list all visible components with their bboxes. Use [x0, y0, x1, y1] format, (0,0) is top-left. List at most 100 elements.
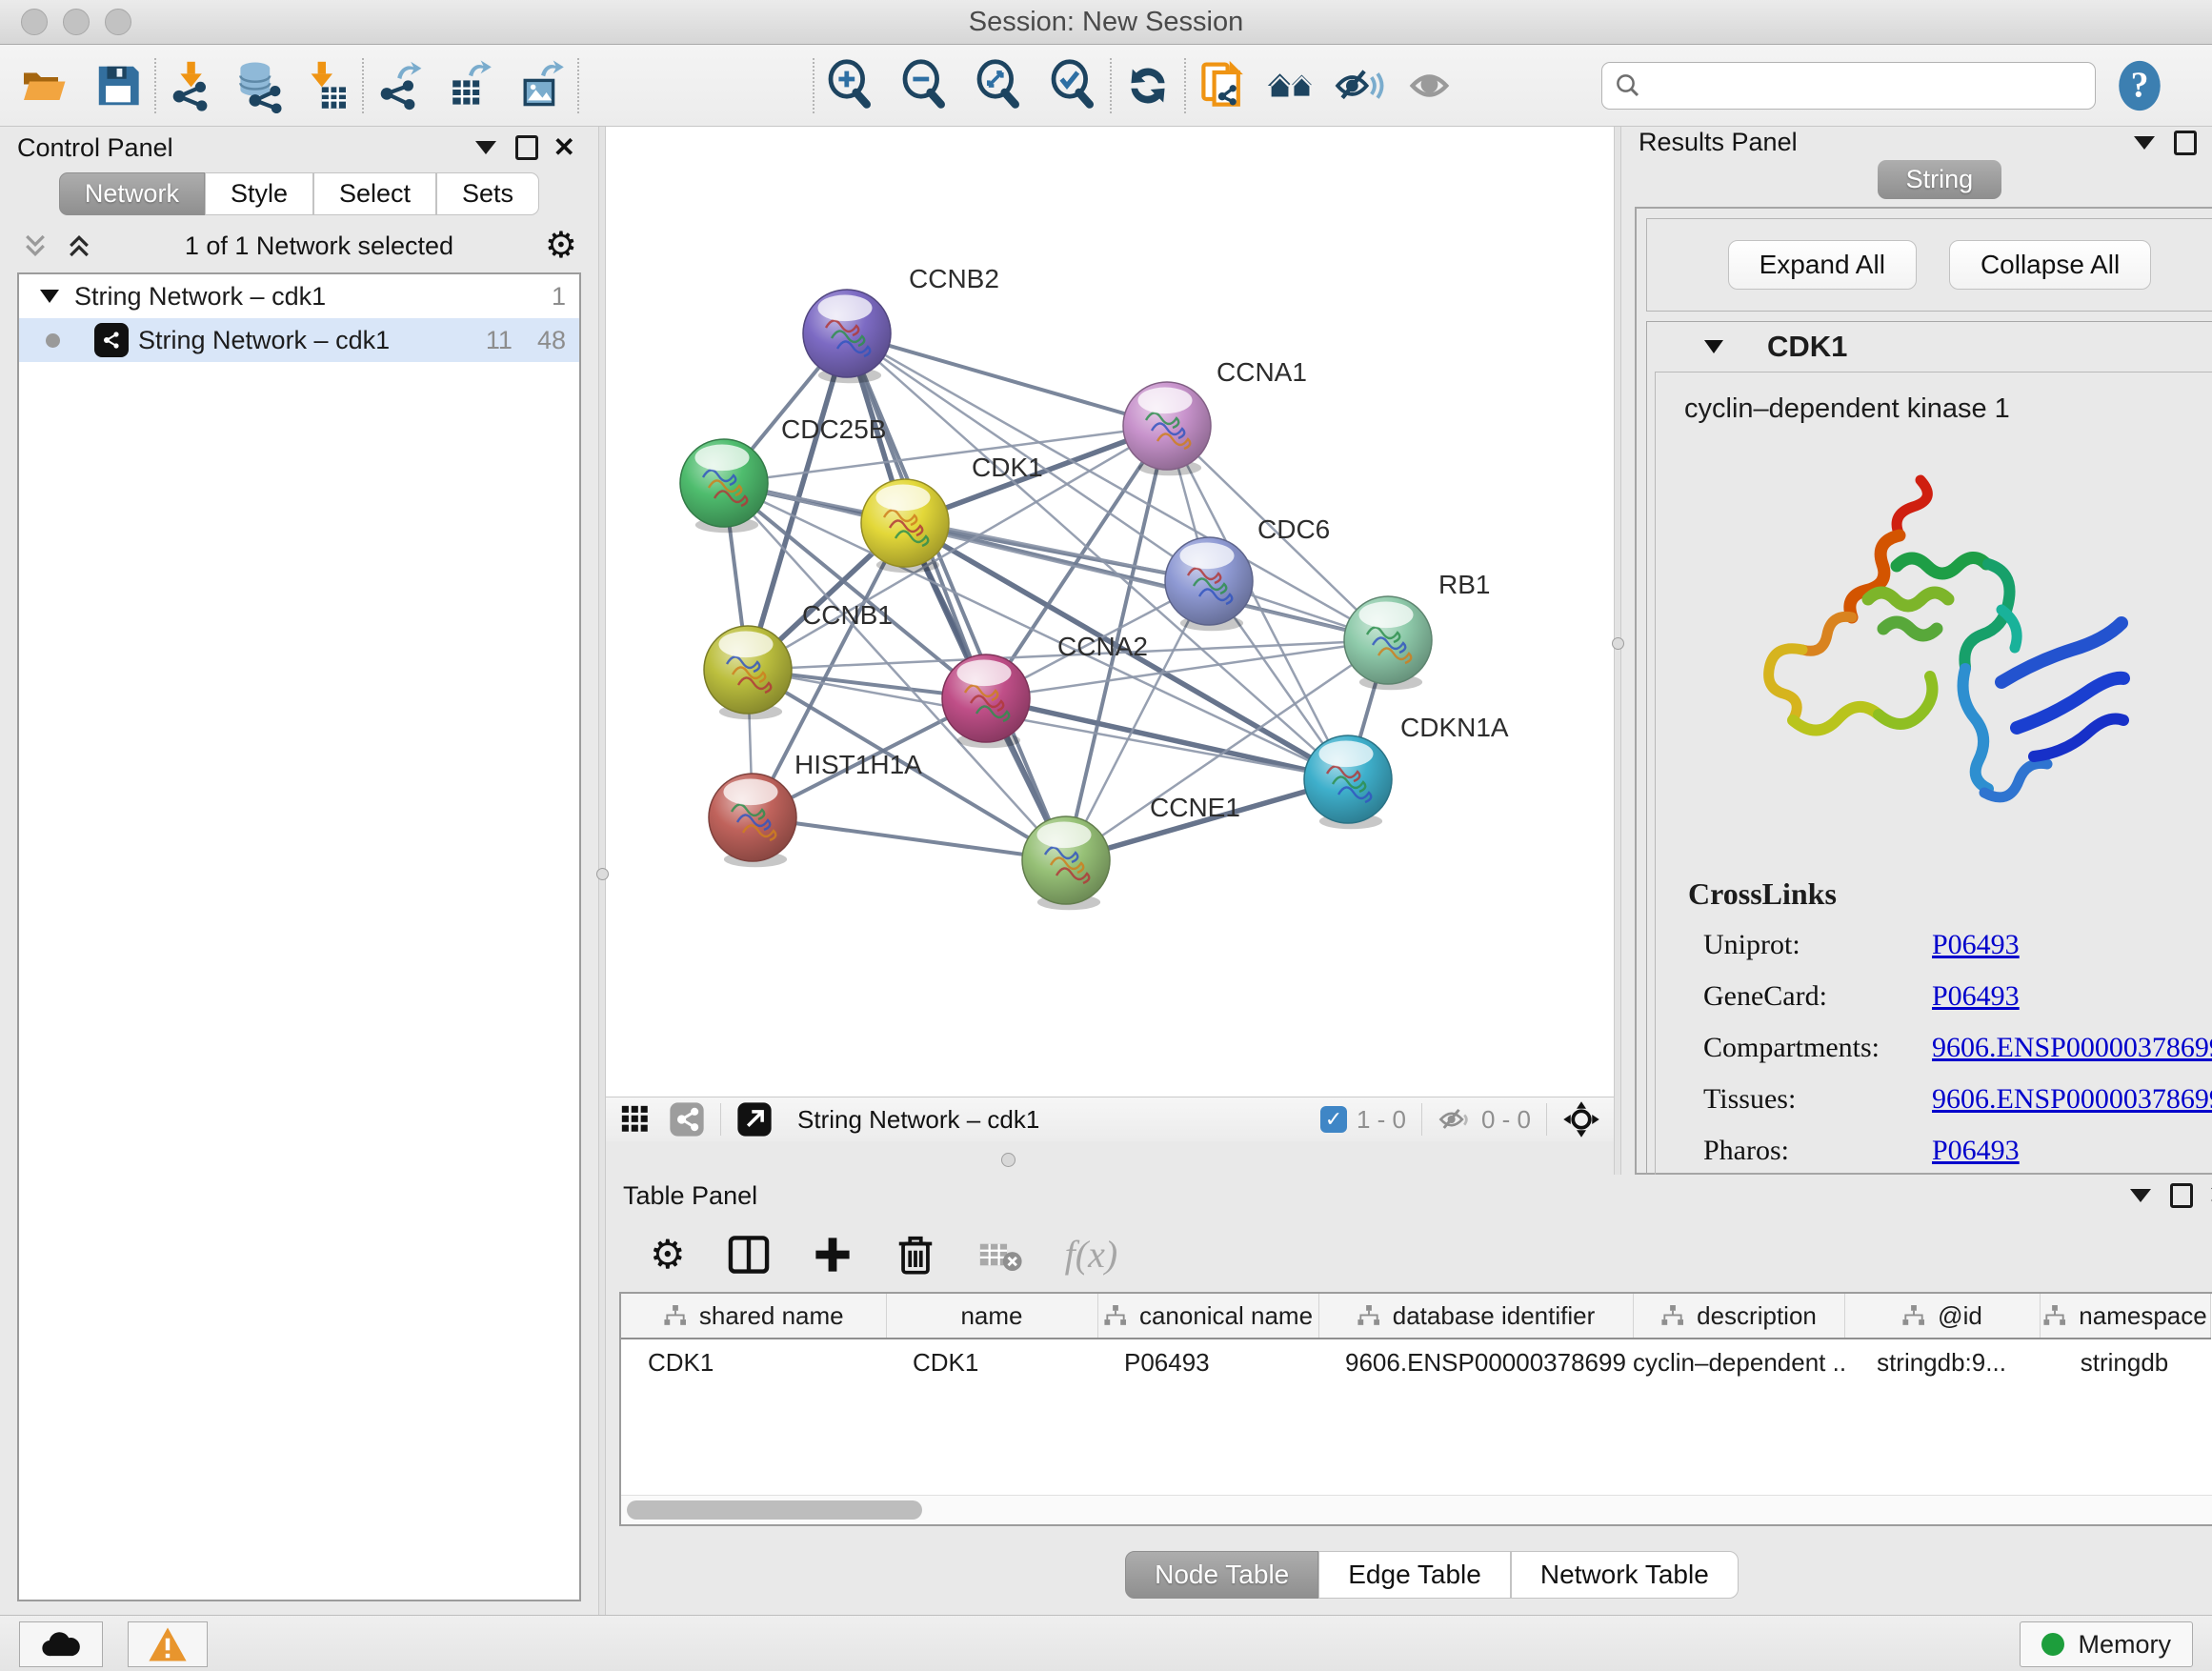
left-splitter-knob[interactable] — [596, 868, 609, 880]
edge-CDC25B-CDKN1A[interactable] — [724, 483, 1348, 779]
add-column-icon[interactable] — [812, 1234, 854, 1276]
table-settings-gear-icon[interactable]: ⚙ — [650, 1235, 686, 1275]
export-image-button[interactable] — [514, 59, 568, 112]
maximize-panel-icon[interactable] — [2174, 131, 2197, 155]
column-header-name[interactable]: name — [886, 1294, 1097, 1339]
open-session-button[interactable] — [17, 59, 70, 112]
cell-canonicalname[interactable]: P06493 — [1097, 1339, 1318, 1385]
collapse-all-tree-icon[interactable] — [21, 232, 50, 260]
edge-CCNA2-CDKN1A[interactable] — [986, 698, 1348, 779]
selected-checkbox-icon[interactable]: ✓ — [1320, 1106, 1347, 1133]
node-HIST1H1A[interactable]: HIST1H1A — [709, 750, 922, 867]
cell-sharedname[interactable]: CDK1 — [621, 1339, 886, 1385]
function-builder-icon[interactable]: f(x) — [1065, 1232, 1118, 1277]
scrollbar-thumb[interactable] — [627, 1500, 922, 1520]
status-bar: Memory — [0, 1615, 2212, 1671]
gene-section-header[interactable]: CDK1 — [1647, 322, 2212, 372]
delete-table-icon[interactable] — [977, 1236, 1023, 1274]
crosslink-value-link[interactable]: P06493 — [1932, 980, 2020, 1013]
table-horizontal-scrollbar[interactable] — [621, 1495, 2212, 1524]
float-panel-icon[interactable] — [2134, 136, 2155, 150]
apply-layout-button[interactable] — [1121, 59, 1175, 112]
export-table-button[interactable] — [442, 59, 495, 112]
cell-id[interactable]: stringdb:9... — [1844, 1339, 2040, 1385]
tab-select[interactable]: Select — [313, 172, 436, 215]
cell-name[interactable]: CDK1 — [886, 1339, 1097, 1385]
network-view-mode-icon[interactable] — [669, 1101, 705, 1137]
tab-network[interactable]: Network — [59, 172, 205, 215]
detach-view-icon[interactable] — [736, 1101, 773, 1137]
gear-icon[interactable]: ⚙ — [545, 228, 577, 264]
right-splitter-knob[interactable] — [1612, 637, 1624, 650]
float-panel-icon[interactable] — [2130, 1189, 2151, 1202]
expand-all-tree-icon[interactable] — [65, 232, 93, 260]
edge-HIST1H1A-CCNE1[interactable] — [753, 817, 1066, 860]
tab-style[interactable]: Style — [205, 172, 313, 215]
show-columns-icon[interactable] — [728, 1234, 770, 1276]
table-row[interactable]: CDK1CDK1P064939606.ENSP00000378699cyclin… — [621, 1339, 2210, 1385]
node-CCNA1[interactable]: CCNA1 — [1123, 357, 1307, 475]
zoom-out-button[interactable] — [898, 59, 952, 112]
expand-all-button[interactable]: Expand All — [1728, 240, 1917, 290]
horizontal-splitter-knob[interactable] — [1001, 1153, 1016, 1167]
zoom-in-button[interactable] — [824, 59, 877, 112]
column-header-id[interactable]: @id — [1844, 1294, 2040, 1339]
import-network-file-button[interactable] — [166, 59, 219, 112]
node-RB1[interactable]: RB1 — [1344, 570, 1490, 690]
hide-selected-button[interactable] — [1333, 59, 1386, 112]
float-panel-icon[interactable] — [475, 141, 496, 154]
cell-databaseidentifier[interactable]: 9606.ENSP00000378699 — [1318, 1339, 1633, 1385]
cell-description[interactable]: cyclin–dependent ... — [1633, 1339, 1844, 1385]
edge-CCNB2-CCNA1[interactable] — [847, 333, 1167, 426]
section-expand-icon[interactable] — [1704, 340, 1723, 353]
network-canvas[interactable]: CCNB2CCNA1CDC25BCDK1CDC6RB1CCNB1CCNA2CDK… — [606, 127, 1614, 1097]
zoom-selected-button[interactable] — [1047, 59, 1100, 112]
collapse-all-button[interactable]: Collapse All — [1949, 240, 2151, 290]
maximize-panel-icon[interactable] — [515, 135, 538, 160]
network-row[interactable]: String Network – cdk1 11 48 — [19, 318, 579, 362]
import-table-file-button[interactable] — [299, 59, 352, 112]
search-input[interactable] — [1642, 70, 2046, 101]
network-collection-row[interactable]: String Network – cdk1 1 — [19, 274, 579, 318]
cell-namespace[interactable]: stringdb — [2040, 1339, 2210, 1385]
memory-button[interactable]: Memory — [2020, 1621, 2193, 1667]
tab-edge-table[interactable]: Edge Table — [1318, 1551, 1511, 1599]
grid-view-icon[interactable] — [619, 1103, 652, 1136]
maximize-panel-icon[interactable] — [2170, 1183, 2193, 1208]
close-panel-icon[interactable]: ✕ — [2208, 1182, 2212, 1209]
birdseye-crosshair-icon[interactable] — [1562, 1100, 1600, 1138]
help-button[interactable]: ? — [2113, 59, 2166, 112]
delete-trash-icon[interactable] — [895, 1233, 935, 1277]
cloud-status-button[interactable] — [19, 1621, 103, 1667]
node-CCNE1[interactable]: CCNE1 — [1022, 793, 1240, 910]
right-splitter[interactable] — [1614, 127, 1621, 1175]
first-neighbors-button[interactable] — [1196, 59, 1249, 112]
tab-string[interactable]: String — [1878, 160, 2002, 199]
crosslink-value-link[interactable]: 9606.ENSP00000378699 — [1932, 1032, 2212, 1064]
tab-network-table[interactable]: Network Table — [1511, 1551, 1739, 1599]
column-header-description[interactable]: description — [1633, 1294, 1844, 1339]
network-graph[interactable]: CCNB2CCNA1CDC25BCDK1CDC6RB1CCNB1CCNA2CDK… — [606, 127, 1614, 1097]
zoom-fit-button[interactable] — [973, 59, 1026, 112]
crosslink-value-link[interactable]: P06493 — [1932, 1135, 2020, 1167]
network-overview-button[interactable] — [1264, 59, 1317, 112]
warnings-button[interactable] — [128, 1621, 208, 1667]
column-header-canonicalname[interactable]: canonical name — [1097, 1294, 1318, 1339]
column-header-namespace[interactable]: namespace — [2040, 1294, 2210, 1339]
show-all-button[interactable] — [1405, 59, 1458, 112]
collection-expand-icon[interactable] — [40, 290, 59, 303]
column-header-databaseidentifier[interactable]: database identifier — [1318, 1294, 1633, 1339]
tab-sets[interactable]: Sets — [436, 172, 539, 215]
crosslink-value-link[interactable]: 9606.ENSP00000378699 — [1932, 1083, 2212, 1116]
node-CDKN1A[interactable]: CDKN1A — [1304, 713, 1509, 829]
tab-node-table[interactable]: Node Table — [1125, 1551, 1318, 1599]
export-network-button[interactable] — [373, 59, 427, 112]
save-session-button[interactable] — [91, 59, 145, 112]
column-header-sharedname[interactable]: shared name — [621, 1294, 886, 1339]
horizontal-splitter[interactable] — [606, 1141, 1614, 1175]
crosslink-value-link[interactable]: P06493 — [1932, 929, 2020, 961]
close-panel-icon[interactable]: ✕ — [553, 134, 575, 161]
table-toolbar: ⚙ — [606, 1217, 2212, 1286]
left-splitter[interactable] — [598, 127, 606, 1615]
import-network-database-button[interactable] — [232, 59, 286, 112]
